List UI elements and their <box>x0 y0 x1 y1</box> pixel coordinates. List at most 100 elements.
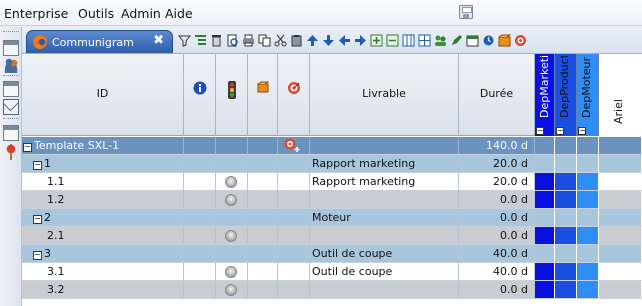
box-icon[interactable] <box>498 34 511 47</box>
cell-dep3[interactable] <box>599 263 642 281</box>
print-preview-icon[interactable] <box>226 34 239 47</box>
cell-id[interactable]: 3.1 <box>22 263 184 281</box>
collapse-toggle[interactable]: − <box>556 127 564 135</box>
cell-type[interactable] <box>248 137 278 155</box>
cell-target[interactable] <box>278 281 310 299</box>
cell-dep3[interactable] <box>599 227 642 245</box>
filter-icon[interactable] <box>178 34 191 47</box>
cell-info[interactable] <box>184 173 216 191</box>
table-row[interactable]: 2.1 0.0 d <box>22 227 642 245</box>
cell-target[interactable] <box>278 155 310 173</box>
cell-dep0[interactable] <box>535 191 555 209</box>
cell-livrable[interactable] <box>310 227 459 245</box>
cell-duree[interactable]: 20.0 d <box>459 155 535 173</box>
cell-dep3[interactable] <box>599 137 642 155</box>
cell-dep0[interactable] <box>535 227 555 245</box>
cell-dep1[interactable] <box>555 227 577 245</box>
cell-dep1[interactable] <box>555 191 577 209</box>
calendar-icon[interactable] <box>466 34 479 47</box>
toolbar-grip[interactable] <box>3 118 19 120</box>
table-row[interactable]: 3.1 Outil de coupe 40.0 d <box>22 263 642 281</box>
collapse-toggle[interactable]: − <box>23 143 32 152</box>
cell-id[interactable]: −3 <box>22 245 184 263</box>
table-row[interactable]: − Template SXL-1 140.0 d <box>22 137 642 155</box>
cell-dep1[interactable] <box>555 281 577 299</box>
column-header-dep-production[interactable]: DepProduction − <box>555 54 577 136</box>
users-icon[interactable] <box>434 34 447 47</box>
cell-dep2[interactable] <box>577 227 599 245</box>
cell-dep3[interactable] <box>599 281 642 299</box>
collapse-all-icon[interactable] <box>386 34 399 47</box>
cell-type[interactable] <box>248 245 278 263</box>
pin-icon[interactable] <box>3 144 19 160</box>
menu-admin[interactable]: Admin <box>121 6 161 21</box>
table-row[interactable]: 3.2 0.0 d <box>22 281 642 299</box>
paste-icon[interactable] <box>290 34 303 47</box>
table-row[interactable]: −3 Outil de coupe 40.0 d <box>22 245 642 263</box>
cell-info[interactable] <box>184 209 216 227</box>
cell-livrable[interactable] <box>310 137 459 155</box>
close-icon[interactable]: ✖ <box>153 33 164 48</box>
column-header-ariel[interactable]: Ariel <box>599 54 642 136</box>
cell-dep0[interactable] <box>535 263 555 281</box>
cell-status[interactable] <box>216 281 248 299</box>
collapse-toggle[interactable]: − <box>33 161 42 170</box>
cell-dep3[interactable] <box>599 209 642 227</box>
cell-type[interactable] <box>248 263 278 281</box>
toolbar-grip[interactable] <box>3 75 19 77</box>
copy-icon[interactable] <box>258 34 271 47</box>
cell-dep0[interactable] <box>535 281 555 299</box>
window-restore-icon[interactable] <box>3 40 19 56</box>
cell-dep3[interactable] <box>599 155 642 173</box>
collapse-toggle[interactable]: − <box>536 127 544 135</box>
cell-id[interactable]: 1.1 <box>22 173 184 191</box>
collapse-toggle[interactable]: − <box>33 251 42 260</box>
cell-livrable[interactable]: Outil de coupe <box>310 263 459 281</box>
cell-info[interactable] <box>184 245 216 263</box>
refresh-icon[interactable] <box>482 34 495 47</box>
cell-status[interactable] <box>216 263 248 281</box>
cell-dep0[interactable] <box>535 245 555 263</box>
cell-livrable[interactable] <box>310 281 459 299</box>
cell-livrable[interactable]: Outil de coupe <box>310 245 459 263</box>
cell-dep1[interactable] <box>555 137 577 155</box>
cell-dep2[interactable] <box>577 173 599 191</box>
cell-duree[interactable]: 40.0 d <box>459 245 535 263</box>
table-row[interactable]: 1.1 Rapport marketing 20.0 d <box>22 173 642 191</box>
cell-duree[interactable]: 40.0 d <box>459 263 535 281</box>
grid-icon[interactable] <box>418 34 431 47</box>
collapse-toggle[interactable]: − <box>33 215 42 224</box>
arrow-left-icon[interactable] <box>338 34 351 47</box>
cell-target[interactable] <box>278 245 310 263</box>
column-header-id[interactable]: ID <box>22 54 184 136</box>
cell-id[interactable]: 3.2 <box>22 281 184 299</box>
cell-info[interactable] <box>184 137 216 155</box>
cell-dep2[interactable] <box>577 263 599 281</box>
cell-duree[interactable]: 0.0 d <box>459 281 535 299</box>
column-header-status[interactable] <box>216 54 248 136</box>
cell-duree[interactable]: 0.0 d <box>459 227 535 245</box>
cell-dep1[interactable] <box>555 245 577 263</box>
cell-id[interactable]: − Template SXL-1 <box>22 137 184 155</box>
cell-dep2[interactable] <box>577 155 599 173</box>
cell-status[interactable] <box>216 137 248 155</box>
cell-type[interactable] <box>248 227 278 245</box>
cell-dep2[interactable] <box>577 281 599 299</box>
cut-icon[interactable] <box>274 34 287 47</box>
cell-id[interactable]: −1 <box>22 155 184 173</box>
cell-livrable[interactable]: Rapport marketing <box>310 155 459 173</box>
cell-dep3[interactable] <box>599 191 642 209</box>
cell-dep1[interactable] <box>555 263 577 281</box>
cell-livrable[interactable]: Rapport marketing <box>310 173 459 191</box>
columns-icon[interactable] <box>402 34 415 47</box>
cell-dep0[interactable] <box>535 137 555 155</box>
cell-info[interactable] <box>184 227 216 245</box>
column-header-livrable[interactable]: Livrable <box>310 54 459 136</box>
arrow-up-icon[interactable] <box>306 34 319 47</box>
delete-icon[interactable] <box>210 34 223 47</box>
cell-info[interactable] <box>184 263 216 281</box>
column-header-duree[interactable]: Durée <box>459 54 535 136</box>
column-header-deliverable-type[interactable] <box>248 54 278 136</box>
cell-type[interactable] <box>248 191 278 209</box>
cell-duree[interactable]: 140.0 d <box>459 137 535 155</box>
